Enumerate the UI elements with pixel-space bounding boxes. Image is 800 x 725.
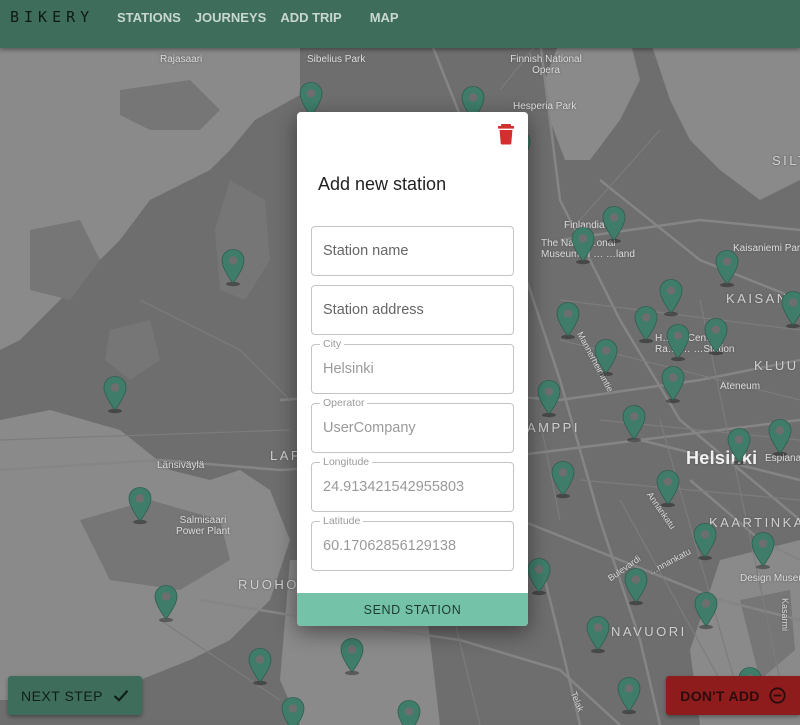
next-step-label: NEXT STEP	[20, 687, 104, 704]
circle-minus-icon	[769, 687, 786, 704]
station-marker[interactable]	[554, 300, 582, 340]
station-marker[interactable]	[126, 485, 154, 525]
station-marker[interactable]	[713, 248, 741, 288]
send-station-button[interactable]: SEND STATION	[297, 593, 528, 626]
station-marker[interactable]	[691, 521, 719, 561]
station-marker[interactable]	[659, 364, 687, 404]
map-label-kasarmikatu: Kasarmi	[780, 598, 790, 632]
station-marker[interactable]	[152, 583, 180, 623]
station-marker[interactable]	[654, 468, 682, 508]
map-label-rajasaari: Rajasaari	[160, 54, 203, 65]
map-label-silta: SILT	[772, 153, 800, 168]
station-marker[interactable]	[725, 426, 753, 466]
dont-add-button[interactable]: DON'T ADD	[666, 676, 800, 715]
station-marker[interactable]	[592, 337, 620, 377]
dialog-title: Add new station	[318, 174, 447, 194]
station-marker[interactable]	[657, 277, 685, 317]
map-label-hesperia-park: Hesperia Park	[513, 101, 577, 112]
dont-add-label: DON'T ADD	[680, 687, 760, 704]
station-marker[interactable]	[584, 614, 612, 654]
map-label-lansivayla: Länsiväylä	[157, 460, 205, 471]
station-marker[interactable]	[101, 374, 129, 414]
latitude-input	[312, 522, 513, 570]
top-app-bar: BIKERY STATIONS JOURNEYS ADD TRIP MAP	[0, 0, 800, 48]
map-label-design-museum: Design Museu	[740, 573, 800, 584]
city-input	[312, 345, 513, 393]
station-marker[interactable]	[749, 530, 777, 570]
map-label-punavuori: NAVUORI	[611, 624, 687, 639]
station-marker[interactable]	[779, 289, 800, 329]
station-marker[interactable]	[622, 566, 650, 606]
station-marker[interactable]	[279, 695, 307, 725]
next-step-button[interactable]: NEXT STEP	[8, 676, 142, 715]
nav-stations[interactable]: STATIONS	[117, 10, 181, 25]
map-label-kluuvi: KLUU	[754, 358, 799, 373]
station-name-field	[311, 226, 514, 276]
station-address-field	[311, 285, 514, 335]
station-marker[interactable]	[535, 378, 563, 418]
nav-journeys[interactable]: JOURNEYS	[195, 10, 267, 25]
station-marker[interactable]	[569, 225, 597, 265]
map-label-kamppi: AMPPI	[527, 420, 580, 435]
operator-input	[312, 404, 513, 452]
station-marker[interactable]	[766, 417, 794, 457]
station-address-input[interactable]	[312, 286, 513, 334]
station-marker[interactable]	[615, 675, 643, 715]
city-field: City	[311, 338, 514, 394]
map-label-salmisaari-power-plant: Salmisaari Power Plant	[176, 515, 230, 537]
latitude-field: Latitude	[311, 515, 514, 571]
station-marker[interactable]	[338, 636, 366, 676]
station-marker[interactable]	[525, 556, 553, 596]
brand-logo[interactable]: BIKERY	[10, 8, 94, 26]
station-marker[interactable]	[219, 247, 247, 287]
map-label-kaisaniemi-park: Kaisaniemi Par	[733, 243, 800, 254]
station-marker[interactable]	[600, 204, 628, 244]
main-nav: STATIONS JOURNEYS ADD TRIP MAP	[117, 10, 413, 25]
map-label-finnish-national-opera: Finnish National Opera	[510, 54, 582, 76]
check-icon	[113, 690, 129, 702]
map-label-sibelius-park: Sibelius Park	[307, 54, 366, 65]
longitude-input	[312, 463, 513, 511]
trash-icon[interactable]	[496, 123, 516, 145]
map-label-ateneum: Ateneum	[720, 381, 761, 392]
station-name-input[interactable]	[312, 227, 513, 275]
station-marker[interactable]	[632, 304, 660, 344]
station-marker[interactable]	[664, 322, 692, 362]
station-marker[interactable]	[549, 459, 577, 499]
station-marker[interactable]	[246, 646, 274, 686]
station-marker[interactable]	[395, 698, 423, 725]
map-label-kaartinkaupunki: KAARTINKAU	[709, 515, 800, 530]
operator-field: Operator	[311, 397, 514, 453]
nav-add-trip[interactable]: ADD TRIP	[280, 10, 341, 25]
nav-map[interactable]: MAP	[370, 10, 399, 25]
longitude-field: Longitude	[311, 456, 514, 512]
add-station-dialog: Add new station City Operator Longitude …	[297, 112, 528, 626]
station-marker[interactable]	[620, 403, 648, 443]
station-marker[interactable]	[692, 590, 720, 630]
station-marker[interactable]	[702, 316, 730, 356]
